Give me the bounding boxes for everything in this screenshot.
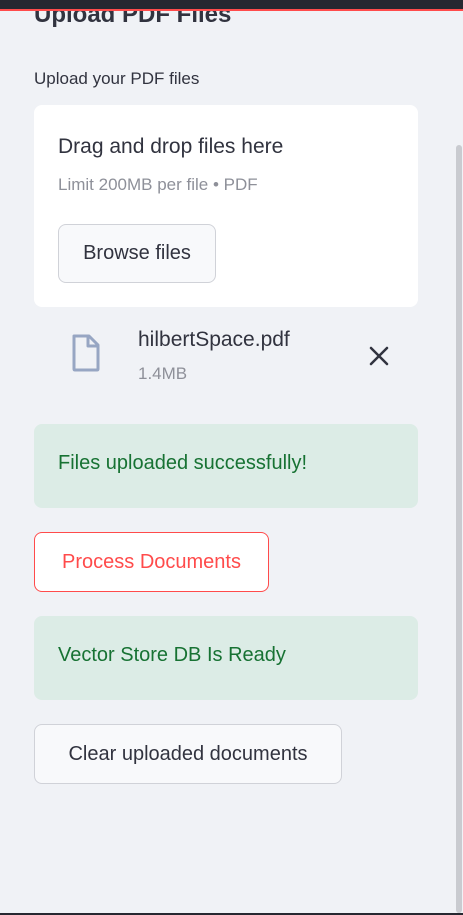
file-size: 1.4MB <box>138 364 188 383</box>
file-icon <box>70 333 102 373</box>
upload-label: Upload your PDF files <box>34 69 200 88</box>
success-alert-text: Vector Store DB Is Ready <box>58 644 286 666</box>
browse-files-button[interactable]: Browse files <box>58 224 216 283</box>
close-icon[interactable] <box>364 341 394 371</box>
success-alert-vectorstore: Vector Store DB Is Ready <box>34 616 418 700</box>
process-documents-button[interactable]: Process Documents <box>34 532 269 592</box>
section-title: Upload PDF Files <box>34 11 232 28</box>
top-header-bar <box>0 0 463 11</box>
success-alert-upload: Files uploaded successfully! <box>34 424 418 508</box>
file-dropzone[interactable]: Drag and drop files here Limit 200MB per… <box>34 105 418 307</box>
uploaded-file-item: hilbertSpace.pdf 1.4MB <box>34 321 418 393</box>
success-alert-text: Files uploaded successfully! <box>58 452 308 474</box>
dropzone-title: Drag and drop files here <box>58 135 284 158</box>
sidebar: Upload PDF Files Upload your PDF files D… <box>0 11 455 913</box>
file-name: hilbertSpace.pdf <box>138 328 290 351</box>
scrollbar-thumb[interactable] <box>456 145 462 913</box>
clear-documents-button[interactable]: Clear uploaded documents <box>34 724 342 784</box>
dropzone-limit: Limit 200MB per file • PDF <box>58 175 258 194</box>
